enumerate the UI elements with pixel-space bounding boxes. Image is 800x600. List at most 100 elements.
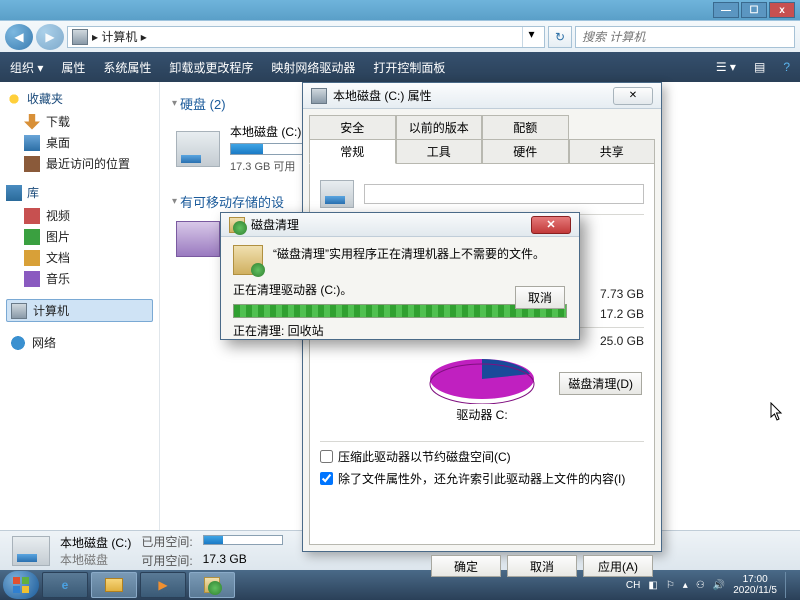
network-icon[interactable]: ⚇ [696, 580, 705, 591]
cleanup-cancel-button[interactable]: 取消 [515, 286, 565, 309]
folder-icon [105, 578, 123, 592]
cleanup-title: 磁盘清理 [251, 216, 299, 233]
refresh-button[interactable]: ↻ [548, 26, 572, 48]
disk-cleanup-button[interactable]: 磁盘清理(D) [559, 372, 642, 395]
compress-checkbox[interactable]: 压缩此驱动器以节约磁盘空间(C) [320, 448, 644, 465]
drive-icon [311, 88, 327, 104]
document-icon [24, 250, 40, 266]
properties-title: 本地磁盘 (C:) 属性 [333, 87, 432, 104]
desktop-icon [24, 135, 40, 151]
tab-row-bottom: 常规 工具 硬件 共享 [309, 139, 655, 163]
total-size: 25.0 GB [600, 334, 644, 348]
task-explorer[interactable] [91, 572, 137, 598]
close-button[interactable]: x [769, 2, 795, 18]
tab-sharing[interactable]: 共享 [569, 139, 656, 164]
back-button[interactable]: ◀ [5, 24, 33, 50]
computer-icon [11, 303, 27, 319]
volume-label-input[interactable] [364, 184, 644, 204]
free-size: 17.2 GB [600, 307, 644, 321]
clock[interactable]: 17:00 2020/11/5 [733, 574, 777, 596]
tray-icon[interactable]: ◧ [648, 580, 657, 591]
tab-tools[interactable]: 工具 [396, 139, 483, 164]
pie-label: 驱动器 C: [320, 406, 644, 423]
cleanup-current-item: 正在清理: 回收站 [233, 322, 567, 339]
sidebar-item-network[interactable]: 网络 [6, 332, 153, 353]
sidebar-item-music[interactable]: 音乐 [6, 268, 153, 289]
ie-icon: e [62, 578, 69, 592]
sidebar-item-videos[interactable]: 视频 [6, 205, 153, 226]
breadcrumb[interactable]: ▸ 计算机 ▸ [92, 28, 147, 45]
libraries-group[interactable]: 库 [6, 184, 153, 201]
network-icon [10, 335, 26, 351]
chevron-up-icon[interactable]: ▴ [683, 580, 688, 591]
music-icon [24, 271, 40, 287]
status-used-bar [203, 533, 283, 550]
cleanup-message: “磁盘清理”实用程序正在清理机器上不需要的文件。 [273, 245, 545, 262]
system-properties-button[interactable]: 系统属性 [103, 59, 151, 76]
usage-pie-chart [422, 354, 542, 404]
uninstall-button[interactable]: 卸载或更改程序 [169, 59, 253, 76]
tab-row-top: 安全 以前的版本 配额 [309, 115, 655, 139]
disk-cleanup-dialog: 磁盘清理 ✕ “磁盘清理”实用程序正在清理机器上不需要的文件。 正在清理驱动器 … [220, 212, 580, 340]
properties-close-button[interactable]: ✕ [613, 87, 653, 105]
index-checkbox[interactable]: 除了文件属性外，还允许索引此驱动器上文件的内容(I) [320, 470, 644, 487]
task-media-player[interactable]: ▶ [140, 572, 186, 598]
properties-button[interactable]: 属性 [61, 59, 85, 76]
tab-previous-versions[interactable]: 以前的版本 [396, 115, 483, 140]
forward-button[interactable]: ▶ [36, 24, 64, 50]
status-free-value: 17.3 GB [203, 552, 283, 569]
computer-icon [72, 29, 88, 45]
preview-pane-icon[interactable]: ▤ [754, 60, 765, 74]
address-dropdown[interactable]: ▾ [522, 27, 540, 47]
search-box[interactable] [575, 26, 795, 48]
tab-quota[interactable]: 配额 [482, 115, 569, 140]
picture-icon [24, 229, 40, 245]
cancel-button[interactable]: 取消 [507, 555, 577, 577]
help-icon[interactable]: ? [783, 60, 790, 74]
status-title: 本地磁盘 (C:) [60, 534, 131, 551]
sidebar-item-desktop[interactable]: 桌面 [6, 132, 153, 153]
cleanup-icon [229, 217, 245, 233]
play-icon: ▶ [158, 578, 167, 592]
ok-button[interactable]: 确定 [431, 555, 501, 577]
view-menu-icon[interactable]: ☰ ▾ [716, 60, 736, 74]
used-size: 7.73 GB [600, 287, 644, 301]
command-toolbar: 组织 ▾ 属性 系统属性 卸载或更改程序 映射网络驱动器 打开控制面板 ☰ ▾ … [0, 52, 800, 82]
cleanup-icon [233, 245, 263, 275]
organize-menu[interactable]: 组织 ▾ [10, 59, 43, 76]
search-input[interactable] [582, 30, 788, 44]
tab-security[interactable]: 安全 [309, 115, 396, 140]
maximize-button[interactable]: ☐ [741, 2, 767, 18]
navigation-pane: 收藏夹 下载 桌面 最近访问的位置 库 视频 图片 文档 音乐 计算机 网络 [0, 82, 160, 530]
cleanup-icon [204, 577, 220, 593]
start-button[interactable] [3, 571, 39, 599]
title-bar: — ☐ x [0, 0, 800, 20]
drive-icon [320, 180, 354, 208]
tab-general[interactable]: 常规 [309, 139, 396, 164]
drive-icon [12, 536, 50, 566]
tab-hardware[interactable]: 硬件 [482, 139, 569, 164]
cleanup-title-bar[interactable]: 磁盘清理 ✕ [221, 213, 579, 237]
sidebar-item-documents[interactable]: 文档 [6, 247, 153, 268]
task-ie[interactable]: e [42, 572, 88, 598]
minimize-button[interactable]: — [713, 2, 739, 18]
cursor-icon [770, 402, 784, 422]
address-bar[interactable]: ▸ 计算机 ▸ ▾ [67, 26, 545, 48]
favorites-group[interactable]: 收藏夹 [6, 90, 153, 107]
sidebar-item-downloads[interactable]: 下载 [6, 111, 153, 132]
task-cleanup[interactable] [189, 572, 235, 598]
control-panel-button[interactable]: 打开控制面板 [373, 59, 445, 76]
speaker-icon[interactable]: 🔊 [713, 580, 725, 591]
map-drive-button[interactable]: 映射网络驱动器 [271, 59, 355, 76]
ime-indicator[interactable]: CH [626, 580, 640, 591]
sidebar-item-pictures[interactable]: 图片 [6, 226, 153, 247]
recent-icon [24, 156, 40, 172]
action-center-icon[interactable]: ⚐ [666, 580, 675, 591]
navigation-bar: ◀ ▶ ▸ 计算机 ▸ ▾ ↻ [0, 20, 800, 52]
cleanup-close-button[interactable]: ✕ [531, 216, 571, 234]
show-desktop-button[interactable] [785, 572, 793, 598]
sidebar-item-computer[interactable]: 计算机 [6, 299, 153, 322]
apply-button[interactable]: 应用(A) [583, 555, 653, 577]
properties-title-bar[interactable]: 本地磁盘 (C:) 属性 ✕ [303, 83, 661, 109]
sidebar-item-recent[interactable]: 最近访问的位置 [6, 153, 153, 174]
